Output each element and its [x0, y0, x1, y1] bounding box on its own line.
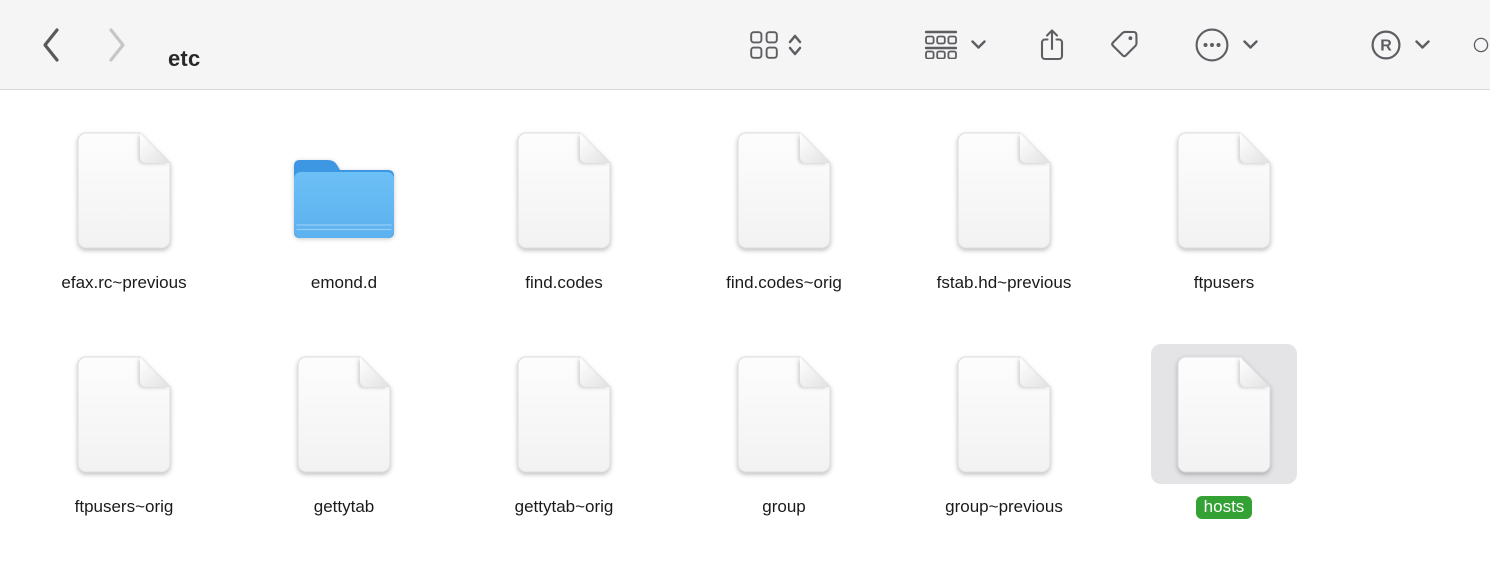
- document-icon: [737, 356, 831, 473]
- document-icon: [77, 132, 171, 249]
- document-icon: [957, 132, 1051, 249]
- window-title: etc: [168, 46, 201, 72]
- file-icon-area: [711, 344, 857, 484]
- chevron-down-icon: [1415, 40, 1430, 49]
- file-label: gettytab~orig: [515, 496, 614, 518]
- file-label: find.codes: [525, 272, 603, 294]
- file-label-text: gettytab: [313, 497, 375, 516]
- file-label: group: [762, 496, 805, 518]
- file-browser-content: efax.rc~previous emond.d find.codes find…: [0, 90, 1490, 558]
- file-icon-area: [1151, 120, 1297, 260]
- file-label: fstab.hd~previous: [937, 272, 1072, 294]
- extension-letter: R: [1380, 37, 1392, 54]
- file-item[interactable]: ftpusers~orig: [14, 344, 234, 568]
- tag-button[interactable]: [1108, 0, 1141, 89]
- file-icon-area: [271, 344, 417, 484]
- file-label-text: hosts: [1195, 496, 1253, 519]
- forward-button[interactable]: [106, 0, 128, 89]
- file-item[interactable]: gettytab: [234, 344, 454, 568]
- file-label-text: find.codes~orig: [726, 273, 842, 292]
- file-label-text: group: [762, 497, 806, 516]
- file-item[interactable]: group: [674, 344, 894, 568]
- file-label-text: emond.d: [310, 273, 378, 292]
- file-item[interactable]: efax.rc~previous: [14, 120, 234, 344]
- file-label-text: efax.rc~previous: [61, 273, 187, 292]
- folder-icon: [294, 160, 394, 238]
- document-icon: [517, 356, 611, 473]
- ellipsis-circle-icon: [1195, 28, 1229, 61]
- file-icon-area: [931, 120, 1077, 260]
- grid-view-icon: [750, 30, 778, 59]
- extension-button[interactable]: R: [1370, 0, 1430, 89]
- file-label: efax.rc~previous: [61, 272, 186, 294]
- file-item[interactable]: fstab.hd~previous: [894, 120, 1114, 344]
- chevron-right-icon: [109, 27, 125, 62]
- share-icon: [1040, 28, 1064, 60]
- updown-chevrons-icon: [788, 34, 802, 55]
- file-label: ftpusers: [1194, 272, 1254, 294]
- file-label: ftpusers~orig: [75, 496, 174, 518]
- file-icon-area: [491, 344, 637, 484]
- file-grid: efax.rc~previous emond.d find.codes find…: [14, 120, 1334, 568]
- file-item[interactable]: group~previous: [894, 344, 1114, 568]
- finder-toolbar: etc R: [0, 0, 1490, 90]
- file-item[interactable]: gettytab~orig: [454, 344, 674, 568]
- document-icon: [1177, 132, 1271, 249]
- file-item[interactable]: find.codes: [454, 120, 674, 344]
- document-icon: [77, 356, 171, 473]
- file-label: emond.d: [311, 272, 377, 294]
- file-label: gettytab: [314, 496, 375, 518]
- document-icon: [1177, 356, 1271, 473]
- document-icon: [737, 132, 831, 249]
- back-button[interactable]: [40, 0, 62, 89]
- group-by-icon: [925, 30, 957, 59]
- file-icon-area: [51, 120, 197, 260]
- file-label-text: fstab.hd~previous: [936, 273, 1072, 292]
- document-icon: [957, 356, 1051, 473]
- file-label: hosts: [1195, 496, 1253, 519]
- chevron-left-icon: [43, 27, 59, 62]
- file-label-text: gettytab~orig: [514, 497, 614, 516]
- search-icon: [1473, 37, 1489, 52]
- document-icon: [517, 132, 611, 249]
- folder-item[interactable]: emond.d: [234, 120, 454, 344]
- file-icon-area: [931, 344, 1077, 484]
- file-icon-area: [711, 120, 857, 260]
- share-button[interactable]: [1038, 0, 1066, 89]
- more-actions-button[interactable]: [1194, 0, 1258, 89]
- file-item[interactable]: ftpusers: [1114, 120, 1334, 344]
- file-icon-area: [271, 120, 417, 260]
- group-button[interactable]: [925, 0, 986, 89]
- chevron-down-icon: [1243, 40, 1258, 49]
- document-icon: [297, 356, 391, 473]
- file-icon-area: [51, 344, 197, 484]
- file-label-text: group~previous: [945, 497, 1063, 516]
- file-icon-area: [1151, 344, 1297, 484]
- file-label-text: find.codes: [525, 273, 603, 292]
- file-label: find.codes~orig: [726, 272, 842, 294]
- file-label-text: ftpusers: [1193, 273, 1255, 292]
- chevron-down-icon: [971, 40, 986, 49]
- view-options-button[interactable]: [750, 0, 803, 89]
- file-item[interactable]: find.codes~orig: [674, 120, 894, 344]
- registered-r-icon: R: [1371, 30, 1401, 59]
- file-label-text: ftpusers~orig: [74, 497, 174, 516]
- file-label: group~previous: [945, 496, 1063, 518]
- file-icon-area: [491, 120, 637, 260]
- tag-icon: [1111, 30, 1138, 58]
- search-button[interactable]: [1472, 0, 1490, 89]
- file-item[interactable]: hosts: [1114, 344, 1334, 568]
